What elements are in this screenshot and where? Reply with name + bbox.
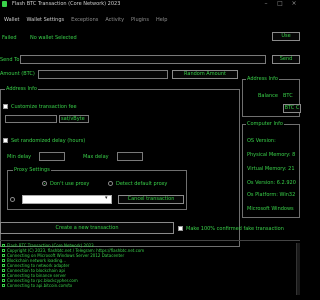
balance-label: Balance [258, 93, 278, 99]
proxy-panel: Proxy Settings Don't use proxy Detect de… [7, 167, 187, 210]
fee-unit-field: sat/vByte [59, 115, 89, 123]
send-to-input[interactable] [20, 55, 266, 64]
log-bullet-icon [2, 284, 5, 287]
menu-exceptions[interactable]: Exceptions [71, 18, 98, 26]
fee-input[interactable] [5, 115, 57, 123]
use-button[interactable]: Use [272, 32, 300, 41]
menu-plugins[interactable]: Plugins [131, 18, 149, 26]
log-line: Connecting to api.bitcoin.com/tx [2, 283, 298, 288]
os-version-detail-line: Os Version: 6.2.920 [247, 180, 296, 186]
title-bar: Flash BTC Transaction (Core Network) 202… [0, 0, 300, 9]
computer-info-title: Computer Info [246, 121, 284, 127]
menu-bar: Wallet Wallet Settings Exceptions Activi… [4, 18, 300, 26]
cancel-transaction-button[interactable]: Cancel transaction [118, 195, 184, 204]
random-amount-button[interactable]: Random Amount [172, 70, 238, 79]
amount-input[interactable] [38, 70, 168, 79]
virtual-memory-line: Virtual Memory: 21 [247, 166, 295, 172]
no-proxy-radio[interactable] [42, 181, 47, 186]
status-failed: Failed [2, 35, 17, 41]
send-button[interactable]: Send [272, 55, 300, 64]
computer-info-panel: Computer Info OS Version: Physical Memor… [242, 121, 300, 218]
log-bullet-icon [2, 274, 5, 277]
address-info-title: Address Info [246, 76, 279, 82]
log-bullet-icon [2, 244, 5, 247]
window-title: Flash BTC Transaction (Core Network) 202… [12, 1, 121, 7]
log-bullet-icon [2, 264, 5, 267]
app-icon [2, 1, 7, 7]
fee-panel-title: Address Info [5, 86, 38, 92]
status-wallet: No wallet Selected [30, 35, 77, 41]
confirmed-fake-checkbox[interactable] [178, 226, 183, 231]
default-proxy-label: Detect default proxy [116, 181, 168, 187]
send-to-label: Send To [0, 57, 20, 63]
address-info-panel: Address Info Balance BTC BTC C [242, 76, 301, 117]
windows-name-line: Microsoft Windows [247, 206, 294, 212]
minimize-icon[interactable]: – [260, 0, 272, 8]
os-version-line: OS Version: [247, 138, 276, 144]
max-delay-input[interactable] [117, 152, 143, 161]
menu-activity[interactable]: Activity [105, 18, 124, 26]
max-delay-label: Max delay [83, 154, 109, 160]
os-platform-line: Os Platform: Win32 [247, 192, 296, 198]
randomized-delay-checkbox[interactable] [3, 138, 8, 143]
custom-proxy-radio[interactable] [10, 197, 15, 202]
btc-button[interactable]: BTC C [283, 104, 301, 113]
log-bullet-icon [2, 279, 5, 282]
log-bullet-icon [2, 259, 5, 262]
balance-value: BTC [283, 93, 293, 99]
chevron-down-icon[interactable]: ▾ [105, 196, 108, 201]
proxy-dropdown[interactable] [22, 195, 112, 204]
log-bullet-icon [2, 269, 5, 272]
close-icon[interactable]: × [288, 0, 300, 8]
min-delay-label: Min delay [7, 154, 32, 160]
menu-wallet-settings[interactable]: Wallet Settings [27, 18, 65, 26]
customize-fee-checkbox[interactable] [3, 104, 8, 109]
min-delay-input[interactable] [39, 152, 65, 161]
default-proxy-radio[interactable] [108, 181, 113, 186]
physical-memory-line: Physical Memory: 8 [247, 152, 296, 158]
log-bullet-icon [2, 249, 5, 252]
menu-help[interactable]: Help [156, 18, 167, 26]
log-bullet-icon [2, 254, 5, 257]
maximize-icon[interactable]: □ [274, 0, 286, 8]
create-transaction-button[interactable]: Create a new transaction [0, 222, 174, 234]
log-console[interactable]: Flash BTC Transaction (Core Network) 202… [0, 240, 300, 300]
proxy-title: Proxy Settings [13, 167, 51, 173]
log-scrollbar[interactable] [296, 243, 300, 295]
confirmed-fake-label: Make 100% confirmed fake transaction [186, 226, 284, 232]
randomized-delay-label: Set randomized delay (hours) [11, 138, 86, 144]
customize-fee-label: Customize transaction fee [11, 104, 77, 110]
no-proxy-label: Don't use proxy [50, 181, 90, 187]
menu-wallet[interactable]: Wallet [4, 18, 20, 26]
amount-label: Amount (BTC) [0, 71, 35, 77]
